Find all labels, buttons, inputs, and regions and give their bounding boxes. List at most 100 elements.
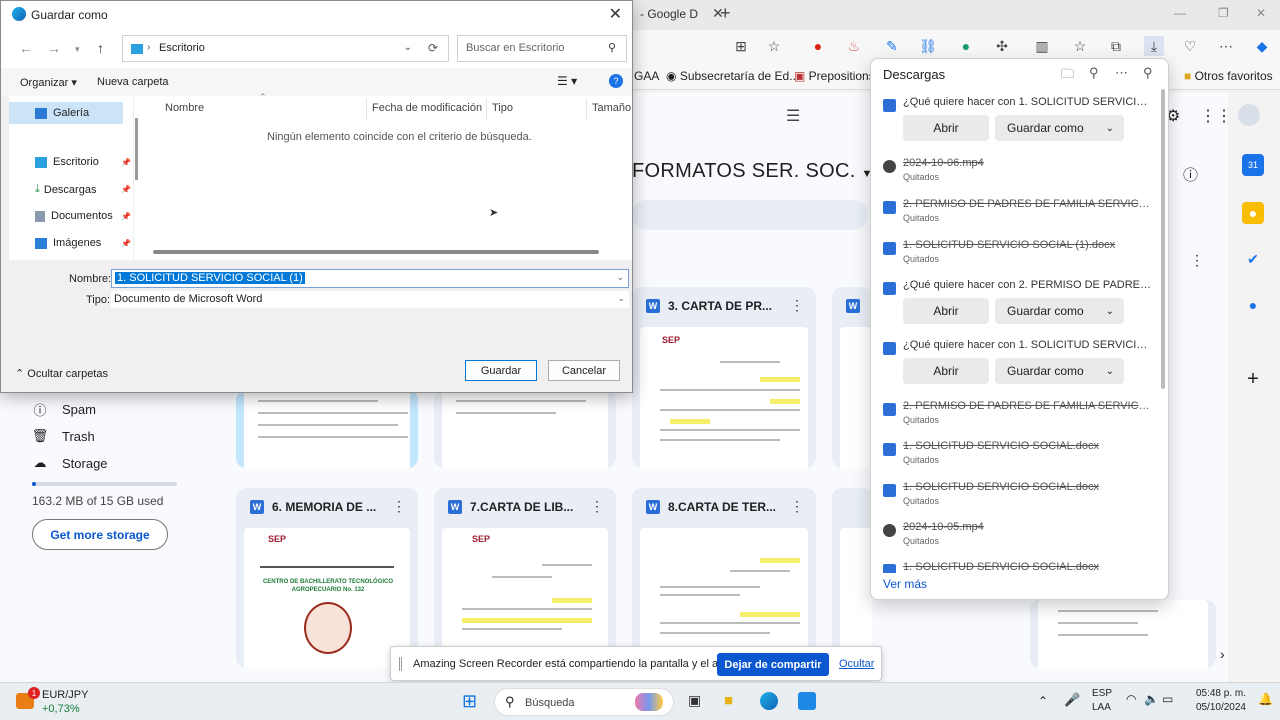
- drag-handle[interactable]: [399, 657, 402, 671]
- language-indicator[interactable]: ESP LAA: [1092, 687, 1112, 715]
- grammarly-icon[interactable]: ●: [956, 36, 976, 56]
- download-item[interactable]: 2024-10-05.mp4 Quitados: [883, 521, 1153, 551]
- drive-card-6[interactable]: W 6. MEMORIA DE ... ⋮ SEP CENTRO DE BACHI…: [236, 488, 418, 668]
- folder-downloads[interactable]: ⤓ Descargas 📌: [35, 183, 135, 196]
- save-as-button[interactable]: Guardar como ⌄: [995, 358, 1124, 384]
- link-extension-icon[interactable]: ⛓: [918, 36, 938, 56]
- open-button[interactable]: Abrir: [903, 298, 989, 324]
- drive-card-3[interactable]: W 3. CARTA DE PR... ⋮ SEP: [632, 287, 816, 468]
- get-more-storage-button[interactable]: Get more storage: [32, 519, 168, 550]
- pin-icon[interactable]: 📌: [121, 185, 131, 194]
- pin-icon[interactable]: 📌: [121, 239, 131, 248]
- pin-icon[interactable]: 📌: [121, 212, 131, 221]
- tasks-icon[interactable]: ✔: [1242, 248, 1264, 270]
- save-as-button[interactable]: Guardar como ⌄: [995, 298, 1124, 324]
- folder-desktop[interactable]: Escritorio 📌: [35, 156, 135, 168]
- extensions-puzzle-icon[interactable]: ✣: [992, 36, 1012, 56]
- drive-card-4[interactable]: W: [832, 287, 872, 468]
- card-more-icon[interactable]: ⋮: [392, 498, 406, 515]
- search-icon[interactable]: ⚲: [1089, 65, 1099, 81]
- organize-button[interactable]: Organizar ▾: [20, 76, 77, 89]
- folder-gallery[interactable]: Galería: [9, 102, 123, 124]
- recorder-app-icon[interactable]: [798, 692, 816, 710]
- contacts-icon[interactable]: ●: [1242, 294, 1264, 316]
- folder-pane-scrollbar[interactable]: [135, 118, 138, 180]
- filter-icon[interactable]: ☰: [786, 106, 800, 126]
- open-folder-icon[interactable]: 🗀: [1061, 65, 1074, 87]
- extension-fire-icon[interactable]: ♨: [844, 36, 864, 56]
- minimize-icon[interactable]: —: [1174, 6, 1186, 20]
- edit-extension-icon[interactable]: ✎: [882, 36, 902, 56]
- back-arrow-icon[interactable]: ←: [19, 40, 33, 56]
- drive-card-2[interactable]: [434, 390, 616, 468]
- collections-icon[interactable]: ⧉: [1106, 36, 1126, 56]
- download-item[interactable]: 1. SOLICITUD SERVICIO SOCIAL.docx: [883, 561, 1153, 573]
- notifications-bell-icon[interactable]: 🔔: [1258, 692, 1273, 706]
- hide-folders-toggle[interactable]: ⌃ Ocultar carpetas: [15, 367, 108, 380]
- save-as-button[interactable]: Guardar como ⌄: [995, 115, 1124, 141]
- bookmark-prepositions[interactable]: ▣ Prepositions: [794, 69, 875, 83]
- tray-chevron-up-icon[interactable]: ⌃: [1038, 694, 1048, 708]
- search-input[interactable]: Buscar en Escritorio ⚲: [457, 35, 627, 62]
- help-icon[interactable]: ?: [609, 74, 623, 88]
- drive-card-1[interactable]: [236, 390, 418, 468]
- address-dropdown-icon[interactable]: ⌄: [404, 42, 412, 53]
- more-menu-icon[interactable]: ⋯: [1216, 36, 1236, 56]
- tab-title[interactable]: - Google D: [640, 7, 698, 21]
- opera-icon[interactable]: ●: [808, 36, 828, 56]
- nav-trash[interactable]: 🗑 Trash: [32, 428, 95, 444]
- apps-grid-icon[interactable]: ⊞: [731, 36, 751, 56]
- file-explorer-icon[interactable]: ■: [724, 692, 733, 709]
- battery-icon[interactable]: ▭: [1162, 692, 1173, 706]
- card-more-icon[interactable]: ⋮: [790, 297, 804, 314]
- window-close-icon[interactable]: ✕: [1256, 6, 1266, 20]
- chevron-down-icon[interactable]: ⌄: [617, 293, 625, 304]
- favorite-star-icon[interactable]: ☆: [764, 36, 784, 56]
- task-view-icon[interactable]: ▣: [688, 692, 701, 709]
- edge-taskbar-icon[interactable]: [760, 692, 778, 710]
- download-item[interactable]: 2. PERMISO DE PADRES DE FAMILIA SERVICIO…: [883, 400, 1153, 430]
- downloads-scrollbar[interactable]: [1161, 89, 1165, 389]
- windows-start-icon[interactable]: ⊞: [462, 691, 477, 712]
- download-item[interactable]: 1. SOLICITUD SERVICIO SOCIAL.docx Quitad…: [883, 440, 1153, 470]
- card-more-icon[interactable]: ⋮: [590, 498, 604, 515]
- address-bar[interactable]: › Escritorio ⌄ ⟳: [122, 35, 449, 62]
- nav-storage[interactable]: ☁ Storage: [32, 455, 108, 471]
- bookmark-gaa[interactable]: GAA: [634, 69, 659, 83]
- stock-widget[interactable]: 1 EUR/JPY +0,73%: [16, 687, 96, 717]
- recent-locations-icon[interactable]: ▾: [75, 44, 80, 55]
- bookmark-other-favorites[interactable]: ■ Otros favoritos: [1184, 69, 1273, 83]
- save-button[interactable]: Guardar: [465, 360, 537, 381]
- dialog-close-icon[interactable]: ✕: [609, 4, 622, 24]
- file-type-select[interactable]: Documento de Microsoft Word ⌄: [111, 291, 629, 308]
- hide-link[interactable]: Ocultar: [839, 658, 874, 670]
- drive-card-7[interactable]: W 7.CARTA DE LIB... ⋮ SEP: [434, 488, 616, 668]
- pin-icon[interactable]: ⚲: [1143, 65, 1153, 81]
- pin-icon[interactable]: 📌: [121, 158, 131, 167]
- download-item[interactable]: ¿Qué quiere hacer con 1. SOLICITUD SERVI…: [883, 339, 1153, 389]
- drive-card-8[interactable]: W 8.CARTA DE TER... ⋮: [632, 488, 816, 668]
- apps-launcher-icon[interactable]: ⋮⋮: [1200, 106, 1232, 126]
- download-item[interactable]: ¿Qué quiere hacer con 1. SOLICITUD SERVI…: [883, 96, 1153, 146]
- more-options-icon[interactable]: ⋯: [1115, 65, 1128, 81]
- column-name[interactable]: Nombre: [165, 102, 204, 114]
- scroll-right-icon[interactable]: ›: [1220, 646, 1225, 662]
- bookmark-subsecretaria[interactable]: ◉ Subsecretaría de Ed...: [666, 69, 799, 83]
- copilot-icon[interactable]: ◆: [1252, 36, 1272, 56]
- new-tab-icon[interactable]: +: [720, 3, 731, 24]
- add-icon[interactable]: +: [1242, 368, 1264, 390]
- download-item[interactable]: 2. PERMISO DE PADRES DE FAMILIA SERVICIO…: [883, 198, 1153, 228]
- forward-arrow-icon[interactable]: →: [47, 40, 61, 56]
- calendar-icon[interactable]: 31: [1242, 154, 1264, 176]
- new-folder-button[interactable]: Nueva carpeta: [97, 76, 169, 88]
- clock[interactable]: 05:48 p. m. 05/10/2024: [1192, 687, 1246, 715]
- stop-sharing-button[interactable]: Dejar de compartir: [717, 653, 829, 676]
- favorites-list-icon[interactable]: ☆: [1070, 36, 1090, 56]
- download-item[interactable]: 1. SOLICITUD SERVICIO SOCIAL (1).docx Qu…: [883, 239, 1153, 269]
- nav-spam[interactable]: ⓘ Spam: [32, 401, 95, 418]
- open-button[interactable]: Abrir: [903, 115, 989, 141]
- download-item[interactable]: 2024-10-06.mp4 Quitados: [883, 157, 1153, 187]
- download-item[interactable]: 1. SOLICITUD SERVICIO SOCIAL.docx Quitad…: [883, 481, 1153, 511]
- microphone-icon[interactable]: 🎤: [1064, 692, 1080, 708]
- up-arrow-icon[interactable]: ↑: [97, 40, 104, 56]
